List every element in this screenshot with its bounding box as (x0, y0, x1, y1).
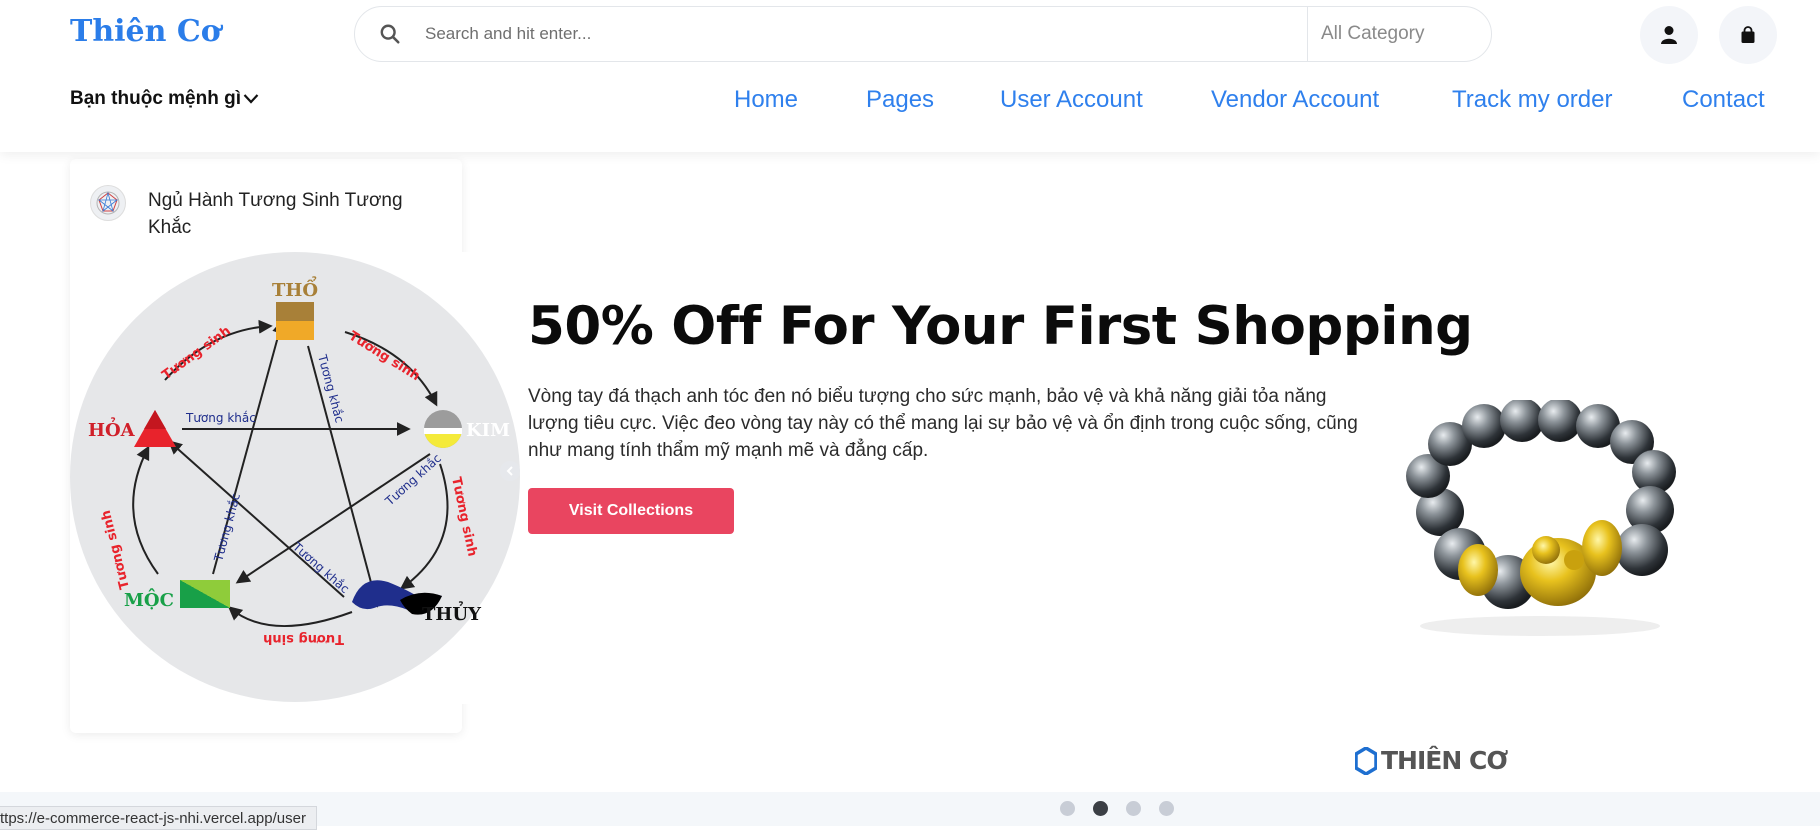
sidebar-item-label: Ngủ Hành Tương Sinh Tương Khắc (148, 190, 403, 238)
label-control-1: Tương khắc (185, 411, 256, 425)
hexagon-logo-icon (1355, 746, 1377, 775)
carousel-dot-1[interactable] (1060, 801, 1075, 816)
site-header: Thiên Cơ All Category Bạn thuộc mệnh gì … (0, 0, 1820, 152)
carousel-prev-button[interactable] (500, 461, 520, 481)
chevron-left-icon (506, 466, 513, 476)
user-account-button[interactable] (1640, 6, 1698, 64)
label-kim: KIM (466, 420, 510, 441)
carousel-dot-4[interactable] (1159, 801, 1174, 816)
label-moc: MỘC (124, 587, 174, 611)
destiny-menu-label: Bạn thuộc mệnh gì (70, 88, 241, 109)
nav-vendor-account[interactable]: Vendor Account (1211, 86, 1379, 114)
wood-element-symbol (180, 580, 230, 608)
shopping-bag-icon (1741, 26, 1755, 43)
carousel-dot-3[interactable] (1126, 801, 1141, 816)
nav-pages[interactable]: Pages (866, 86, 934, 114)
hero-description: Vòng tay đá thạch anh tóc đen nó biểu tư… (528, 386, 1358, 461)
brand-watermark-text: THIÊN CƠ (1381, 746, 1508, 775)
destiny-menu-dropdown[interactable]: Bạn thuộc mệnh gì (70, 88, 259, 110)
nav-user-account[interactable]: User Account (1000, 86, 1143, 114)
user-icon (1661, 26, 1677, 44)
carousel-dot-2[interactable] (1093, 801, 1108, 816)
search-icon[interactable] (355, 23, 425, 45)
hero-title: 50% Off For Your First Shopping (528, 296, 1473, 357)
bracelet-product-image (1406, 400, 1676, 636)
nav-track-order[interactable]: Track my order (1452, 86, 1612, 114)
five-elements-diagram: THỔ KIM THỦY MỘC HỎA Tương sinh Tương si… (70, 252, 520, 704)
search-input[interactable] (425, 24, 1307, 44)
nav-home[interactable]: Home (734, 86, 798, 114)
carousel-dots (1060, 801, 1174, 816)
browser-status-url: ttps://e-commerce-react-js-nhi.vercel.ap… (0, 806, 317, 830)
sidebar-item-ngu-hanh[interactable]: Ngủ Hành Tương Sinh Tương Khắc (90, 185, 408, 241)
site-logo[interactable]: Thiên Cơ (70, 14, 221, 49)
five-elements-icon (90, 185, 126, 221)
brand-watermark: THIÊN CƠ (1355, 746, 1508, 775)
gold-pixiu-charm (1458, 520, 1622, 606)
nav-contact[interactable]: Contact (1682, 86, 1765, 114)
visit-collections-button[interactable]: Visit Collections (528, 488, 734, 534)
chevron-down-icon (243, 94, 259, 104)
earth-element-symbol (276, 302, 314, 321)
cart-button[interactable] (1719, 6, 1777, 64)
search-bar: All Category (354, 6, 1492, 62)
category-select[interactable]: All Category (1307, 7, 1491, 61)
label-generate-3: Tương sinh (263, 631, 344, 646)
